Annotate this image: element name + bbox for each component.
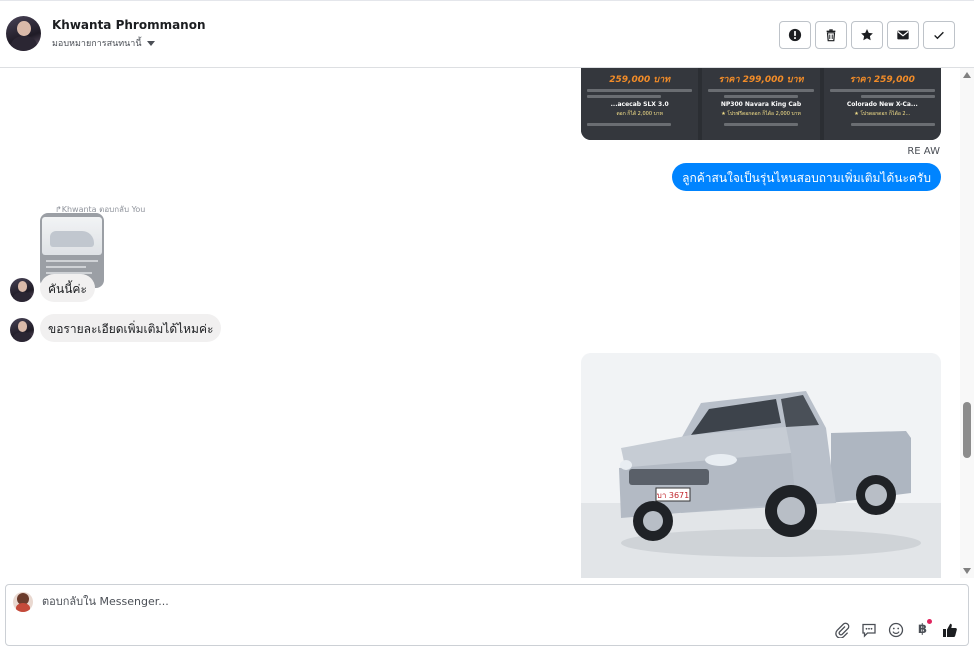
promo-detail-line bbox=[861, 95, 935, 98]
emoji-button[interactable] bbox=[887, 621, 904, 638]
attach-button[interactable] bbox=[833, 621, 850, 638]
promo-model: NP300 Navara King Cab bbox=[720, 101, 802, 108]
assign-conversation-dropdown[interactable]: มอบหมายการสนทนานี้ bbox=[52, 36, 155, 50]
thumbnail-text-line bbox=[46, 260, 98, 262]
incoming-message-bubble[interactable]: คันนี้ค่ะ bbox=[40, 274, 95, 302]
promo-detail-line bbox=[724, 95, 798, 98]
envelope-icon bbox=[897, 30, 909, 40]
star-button[interactable] bbox=[851, 21, 883, 49]
promo-detail-line bbox=[850, 123, 935, 126]
promo-tag: ดอก ก็ได้ 2,000 บาท bbox=[616, 111, 663, 117]
emoji-icon bbox=[888, 622, 903, 637]
promo-detail-line bbox=[724, 123, 798, 126]
promo-price: 259,000 บาท bbox=[609, 75, 671, 85]
promo-card: 259,000 บาท ...acecab SLX 3.0 ดอก ก็ได้ … bbox=[581, 68, 699, 140]
chat-bubble-icon bbox=[861, 623, 876, 638]
message-thread[interactable]: 259,000 บาท ...acecab SLX 3.0 ดอก ก็ได้ … bbox=[0, 68, 974, 578]
contact-message-avatar[interactable] bbox=[10, 278, 34, 302]
reply-composer: ฿ bbox=[5, 584, 969, 646]
promo-tag: ★ โปรดอกดอก ก็ได้อ 2... bbox=[854, 111, 911, 117]
scrollbar-thumb[interactable] bbox=[963, 402, 971, 458]
payment-button[interactable]: ฿ bbox=[914, 619, 932, 638]
outgoing-sender-label: RE AW bbox=[907, 146, 940, 157]
trash-icon bbox=[826, 29, 836, 42]
paperclip-icon bbox=[834, 622, 849, 638]
replied-truck-thumbnail bbox=[42, 217, 102, 255]
mark-unread-button[interactable] bbox=[887, 21, 919, 49]
baht-icon: ฿ bbox=[917, 622, 928, 637]
report-icon bbox=[788, 28, 802, 42]
promo-price: ราคา 259,000 bbox=[849, 75, 915, 85]
star-icon bbox=[861, 29, 873, 41]
promo-detail-line bbox=[587, 89, 693, 92]
thumbs-up-icon bbox=[942, 623, 957, 637]
outgoing-message-bubble[interactable]: ลูกค้าสนใจเป็นรุ่นไหนสอบถามเพิ่มเติมได้น… bbox=[672, 163, 941, 191]
pickup-truck-image: บา 3671 bbox=[581, 353, 941, 578]
report-button[interactable] bbox=[779, 21, 811, 49]
header-actions bbox=[779, 21, 955, 49]
promo-card: ราคา 259,000 Colorado New X-Ca... ★ โปรด… bbox=[823, 68, 941, 140]
notification-dot bbox=[927, 619, 932, 624]
promo-tag: ★ โปรฟรีดอกดอก ก็ได้อ 2,000 บาท bbox=[721, 111, 801, 117]
contact-message-avatar[interactable] bbox=[10, 318, 34, 342]
page-avatar bbox=[13, 592, 33, 612]
promo-detail-line bbox=[587, 123, 672, 126]
promo-detail-line bbox=[587, 95, 661, 98]
composer-tools: ฿ bbox=[833, 619, 958, 638]
messenger-inbox: Khwanta Phrommanon มอบหมายการสนทนานี้ 25… bbox=[0, 0, 974, 646]
thumbnail-text-line bbox=[46, 266, 86, 268]
scroll-up-arrow-icon[interactable] bbox=[963, 72, 971, 78]
scroll-down-arrow-icon[interactable] bbox=[963, 568, 971, 574]
promo-model: ...acecab SLX 3.0 bbox=[610, 101, 669, 108]
truck-photo-message[interactable]: บา 3671 bbox=[581, 353, 941, 578]
contact-name[interactable]: Khwanta Phrommanon bbox=[52, 18, 206, 32]
promo-image-message[interactable]: 259,000 บาท ...acecab SLX 3.0 ดอก ก็ได้ … bbox=[581, 68, 941, 140]
reply-input[interactable] bbox=[42, 595, 642, 608]
conversation-header: Khwanta Phrommanon มอบหมายการสนทนานี้ bbox=[0, 0, 974, 68]
thread-scrollbar[interactable] bbox=[960, 68, 974, 578]
promo-detail-line bbox=[708, 89, 814, 92]
caret-down-icon bbox=[146, 40, 155, 46]
saved-replies-button[interactable] bbox=[860, 621, 877, 638]
like-button[interactable] bbox=[941, 621, 958, 638]
incoming-message-bubble[interactable]: ขอรายละเอียดเพิ่มเติมได้ไหมค่ะ bbox=[40, 314, 222, 342]
promo-card: ราคา 299,000 บาท NP300 Navara King Cab ★… bbox=[702, 68, 820, 140]
delete-button[interactable] bbox=[815, 21, 847, 49]
check-icon bbox=[934, 31, 944, 40]
contact-avatar[interactable] bbox=[6, 16, 41, 51]
mark-done-button[interactable] bbox=[923, 21, 955, 49]
promo-model: Colorado New X-Ca... bbox=[846, 101, 918, 108]
promo-detail-line bbox=[829, 89, 935, 92]
assign-label: มอบหมายการสนทนานี้ bbox=[52, 39, 142, 49]
promo-price: ราคา 299,000 บาท bbox=[718, 75, 804, 85]
license-plate: บา 3671 bbox=[657, 491, 689, 500]
